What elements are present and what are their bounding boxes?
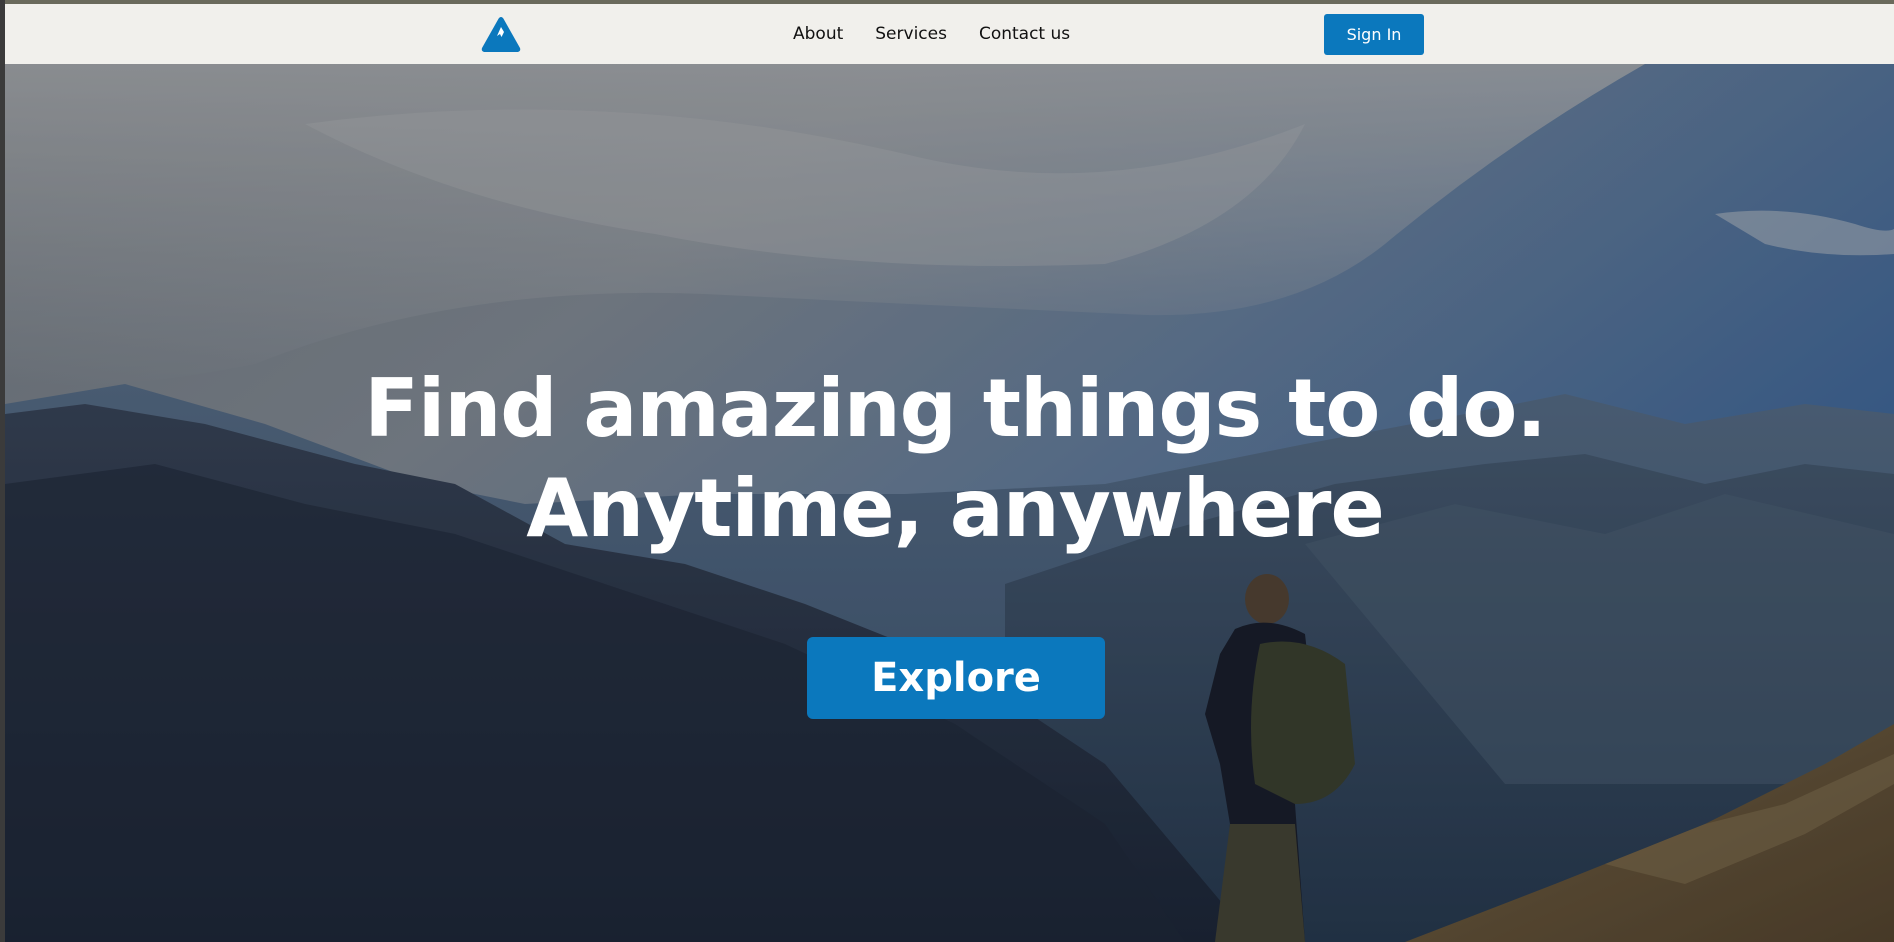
sign-in-button[interactable]: Sign In [1324,14,1424,55]
nav-link-contact-us[interactable]: Contact us [979,24,1070,44]
hero-title: Find amazing things to do. Anytime, anyw… [5,359,1894,559]
mountain-triangle-icon[interactable] [480,15,522,55]
hero-section: Find amazing things to do. Anytime, anyw… [5,64,1894,942]
nav-links: About Services Contact us [793,24,1070,44]
page: About Services Contact us Sign In Find a… [5,4,1894,942]
navbar: About Services Contact us Sign In [5,4,1894,64]
nav-link-services[interactable]: Services [875,24,947,44]
hero-title-line-1: Find amazing things to do. [364,362,1547,455]
nav-link-about[interactable]: About [793,24,843,44]
explore-button[interactable]: Explore [807,637,1105,719]
hero-title-line-2: Anytime, anywhere [526,462,1384,555]
